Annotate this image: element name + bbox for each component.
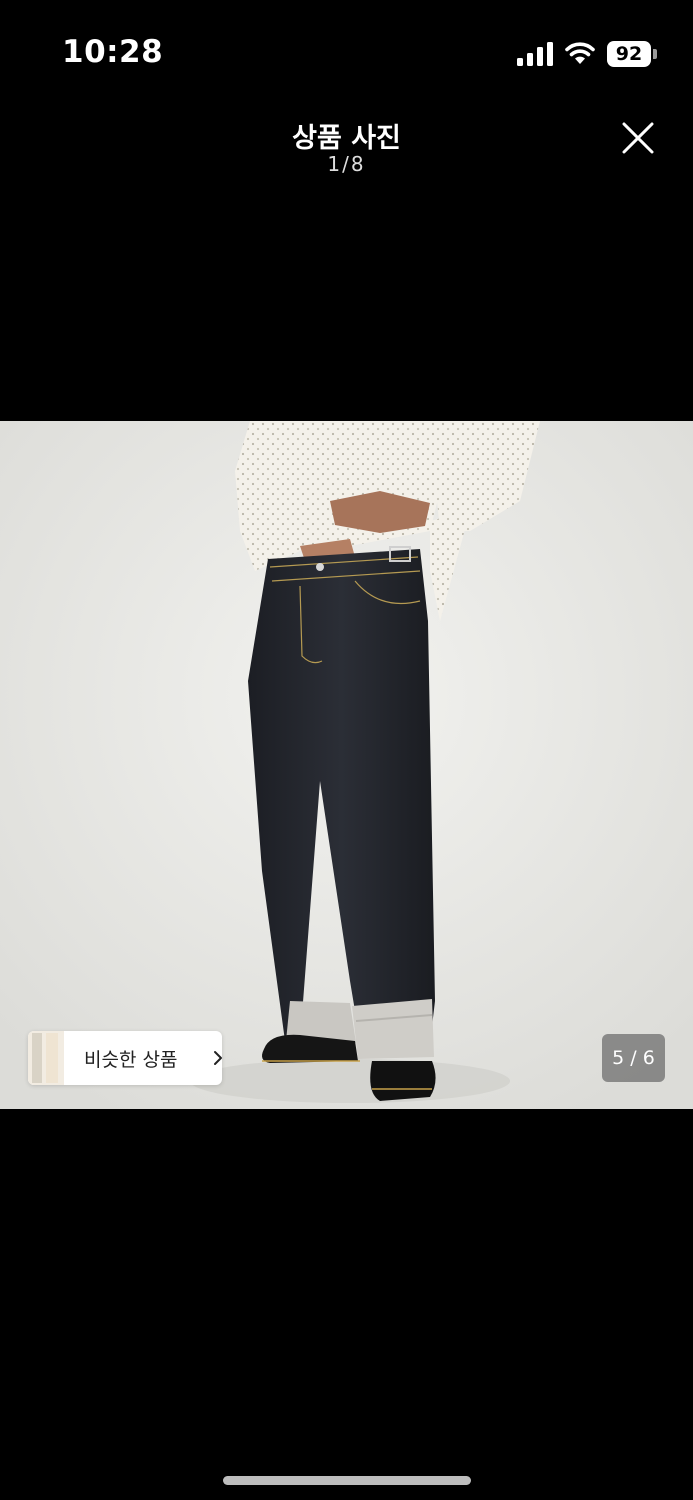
chevron-right-icon — [214, 1051, 222, 1065]
similar-products-button[interactable]: 비슷한 상품 — [28, 1031, 222, 1085]
battery-level: 92 — [607, 41, 651, 67]
similar-product-thumbnail — [28, 1031, 64, 1085]
battery-indicator: 92 — [607, 41, 657, 67]
cellular-signal-icon — [517, 42, 553, 66]
slide-counter-badge: 5 / 6 — [602, 1034, 665, 1082]
close-button[interactable] — [618, 118, 658, 158]
wifi-icon — [565, 42, 595, 64]
screen: 10:28 92 상품 사진 1/8 비슷한 상품 5 / 6 — [0, 0, 693, 1500]
photo-viewer-header: 상품 사진 1/8 — [0, 110, 693, 190]
photo-index: 1/8 — [327, 152, 366, 176]
similar-products-label: 비슷한 상품 — [84, 1049, 178, 1071]
home-indicator[interactable] — [223, 1476, 471, 1485]
status-bar: 10:28 92 — [0, 0, 693, 110]
product-photo[interactable] — [0, 421, 693, 1109]
page-title: 상품 사진 — [292, 123, 401, 154]
product-image-illustration — [0, 421, 693, 1109]
battery-cap — [653, 49, 657, 59]
status-time: 10:28 — [62, 34, 164, 70]
close-icon — [622, 122, 654, 154]
